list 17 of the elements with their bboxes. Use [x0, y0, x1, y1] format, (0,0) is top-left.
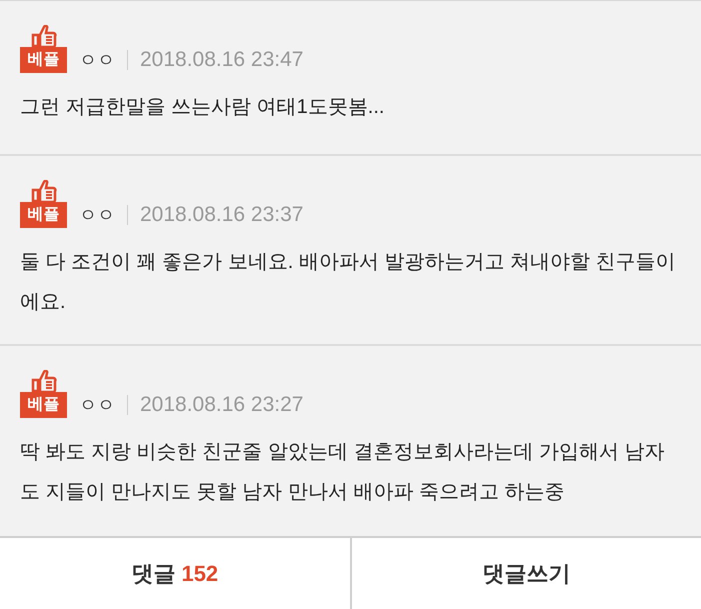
best-badge: 베플 — [20, 47, 67, 73]
comment-time: 2018.08.16 23:27 — [140, 392, 304, 418]
comments-count-button[interactable]: 댓글 152 — [0, 538, 352, 609]
thumbs-up-icon — [30, 25, 58, 47]
comment-time: 2018.08.16 23:47 — [140, 47, 304, 73]
comment-author: ㅇㅇ — [79, 204, 115, 227]
comment-author: ㅇㅇ — [79, 394, 115, 417]
thumbs-up-icon — [30, 370, 58, 392]
best-badge: 베플 — [20, 392, 67, 418]
best-badge: 베플 — [20, 202, 67, 228]
write-comment-button[interactable]: 댓글쓰기 — [352, 538, 701, 609]
comment-time: 2018.08.16 23:37 — [140, 202, 304, 228]
thumbs-up-icon — [30, 180, 58, 202]
comment-text: 그런 저급한말을 쓰는사람 여태1도못봄... — [20, 95, 386, 120]
comment-text: 딱 봐도 지랑 비슷한 친군줄 알았는데 결혼정보회사라는데 가입해서 남자도 지들이 만나지도 못할 남자 만나서 배아파 죽으려고 하는중 — [20, 440, 666, 505]
comment-author: ㅇㅇ — [79, 49, 115, 72]
comment-text: 둘 다 조건이 꽤 좋은가 보네요. 배아파서 발광하는거고 쳐내야할 친구들이에요. — [20, 250, 677, 315]
